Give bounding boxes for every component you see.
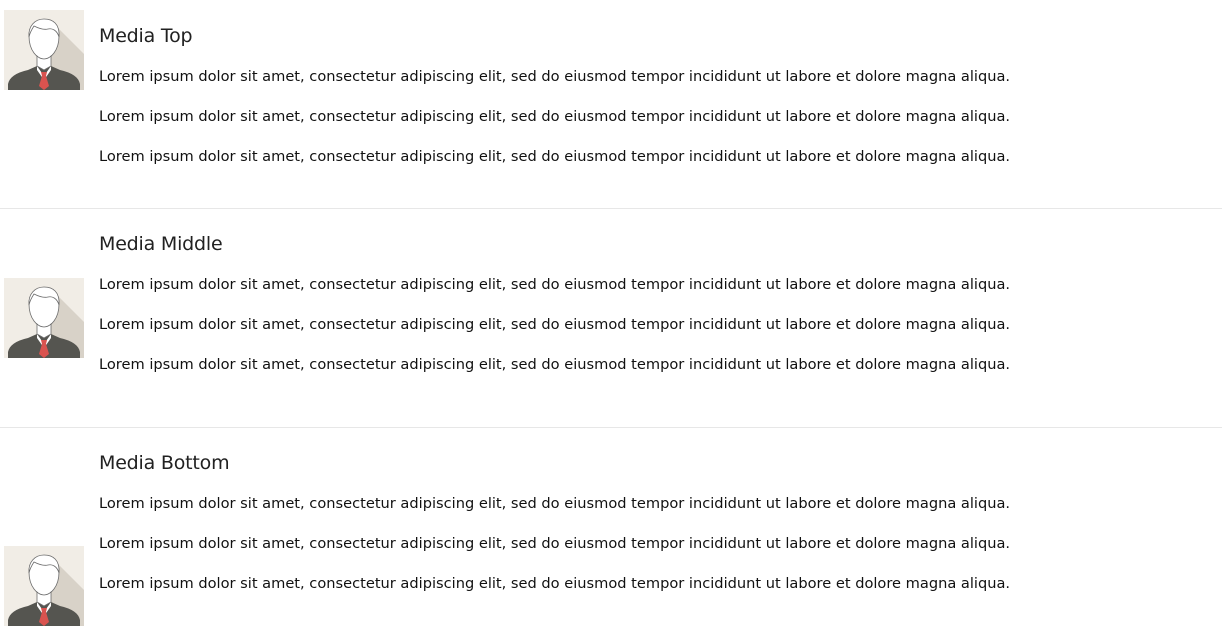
user-avatar-icon xyxy=(4,278,84,358)
media-heading: Media Bottom xyxy=(99,452,230,474)
media-body: Media Middle Lorem ipsum dolor sit amet,… xyxy=(99,232,1199,375)
media-body: Media Top Lorem ipsum dolor sit amet, co… xyxy=(99,24,1199,167)
media-item-top: Media Top Lorem ipsum dolor sit amet, co… xyxy=(0,0,1222,208)
media-paragraph: Lorem ipsum dolor sit amet, consectetur … xyxy=(99,108,1011,125)
media-paragraph: Lorem ipsum dolor sit amet, consectetur … xyxy=(99,575,1011,592)
media-heading: Media Top xyxy=(99,25,193,47)
media-paragraph: Lorem ipsum dolor sit amet, consectetur … xyxy=(99,276,1011,293)
media-paragraph: Lorem ipsum dolor sit amet, consectetur … xyxy=(99,535,1011,552)
user-avatar-icon xyxy=(4,10,84,90)
media-paragraph: Lorem ipsum dolor sit amet, consectetur … xyxy=(99,148,1011,165)
media-item-bottom: Media Bottom Lorem ipsum dolor sit amet,… xyxy=(0,428,1222,637)
media-paragraph: Lorem ipsum dolor sit amet, consectetur … xyxy=(99,356,1011,373)
media-paragraph: Lorem ipsum dolor sit amet, consectetur … xyxy=(99,495,1011,512)
media-item-middle: Media Middle Lorem ipsum dolor sit amet,… xyxy=(0,209,1222,427)
media-paragraph: Lorem ipsum dolor sit amet, consectetur … xyxy=(99,68,1011,85)
media-heading: Media Middle xyxy=(99,233,223,255)
media-body: Media Bottom Lorem ipsum dolor sit amet,… xyxy=(99,451,1199,594)
media-paragraph: Lorem ipsum dolor sit amet, consectetur … xyxy=(99,316,1011,333)
user-avatar-icon xyxy=(4,546,84,626)
